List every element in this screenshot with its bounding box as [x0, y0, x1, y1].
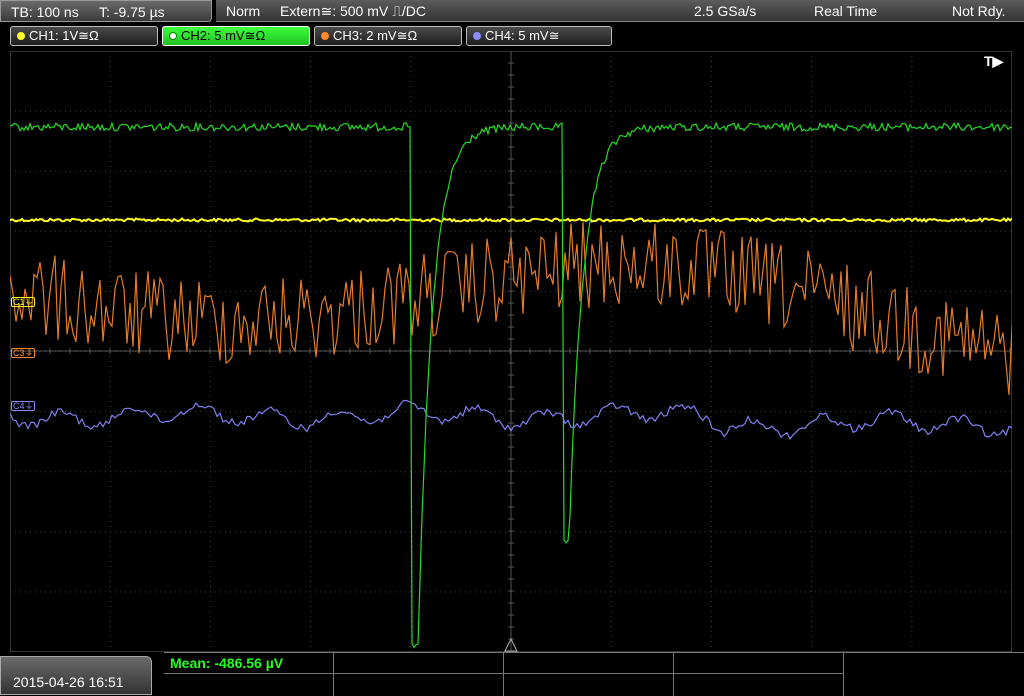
- channel-3-label: CH3: 2 mV≅Ω: [333, 28, 418, 43]
- measurement-cell-6[interactable]: [334, 673, 504, 696]
- measurement-panel[interactable]: Mean: -486.56 µV: [164, 652, 1024, 696]
- datetime-label: 2015-04-26 16:51: [13, 674, 124, 690]
- channel-1-button[interactable]: CH1: 1V≅Ω: [10, 26, 158, 46]
- top-status-bar: TB: 100 ns T: -9.75 µs Norm Extern≅: 500…: [0, 0, 1024, 24]
- channel-3-button[interactable]: CH3: 2 mV≅Ω: [314, 26, 462, 46]
- measurement-cell-8[interactable]: [674, 673, 844, 696]
- measurement-cell-4[interactable]: [674, 653, 844, 673]
- channel-4-button[interactable]: CH4: 5 mV≅: [466, 26, 612, 46]
- measurement-cell-3[interactable]: [504, 653, 674, 673]
- trigger-level-marker[interactable]: T▶: [984, 53, 1003, 70]
- sample-rate-label: 2.5 GSa/s: [694, 3, 757, 19]
- measurement-cell-7[interactable]: [504, 673, 674, 696]
- channel-4-color-dot: [473, 32, 481, 40]
- channel-3-offset-marker[interactable]: C3⏚: [11, 348, 35, 358]
- channel-2-button[interactable]: CH2: 5 mV≅Ω: [162, 26, 310, 46]
- trigger-source-label: Extern≅: 500 mV ⎍/DC: [280, 3, 427, 19]
- bottom-bar: 2015-04-26 16:51 Mean: -486.56 µV: [0, 652, 1024, 696]
- trigger-mode-label: Norm: [226, 3, 261, 19]
- measurement-cell-5[interactable]: [164, 673, 334, 696]
- timebase-panel[interactable]: TB: 100 ns T: -9.75 µs: [0, 0, 212, 22]
- measurement-cell-2[interactable]: [334, 653, 504, 673]
- channel-2-color-dot: [169, 32, 177, 40]
- datetime-panel: 2015-04-26 16:51: [0, 656, 152, 695]
- channel-2-label: CH2: 5 mV≅Ω: [181, 28, 266, 43]
- mean-measurement: Mean: -486.56 µV: [170, 655, 284, 671]
- channel-4-label: CH4: 5 mV≅: [485, 28, 560, 43]
- channel-3-color-dot: [321, 32, 329, 40]
- channel-1-offset-marker[interactable]: C1⏚: [11, 297, 35, 307]
- trigger-time-label: T: -9.75 µs: [99, 4, 165, 20]
- channel-1-color-dot: [17, 32, 25, 40]
- channel-4-offset-marker[interactable]: C4⏚: [11, 401, 35, 411]
- acquisition-mode-label: Real Time: [814, 3, 878, 19]
- acquisition-panel[interactable]: Norm Extern≅: 500 mV ⎍/DC 2.5 GSa/s Real…: [216, 0, 1024, 22]
- timebase-label: TB: 100 ns: [11, 4, 79, 20]
- channel-1-label: CH1: 1V≅Ω: [29, 28, 99, 43]
- channel-bar: CH1: 1V≅Ω CH2: 5 mV≅Ω CH3: 2 mV≅Ω CH4: 5…: [0, 26, 1024, 48]
- status-label: Not Rdy.: [952, 3, 1006, 19]
- waveform-display[interactable]: [10, 51, 1012, 652]
- measurement-cell-1[interactable]: Mean: -486.56 µV: [164, 653, 334, 673]
